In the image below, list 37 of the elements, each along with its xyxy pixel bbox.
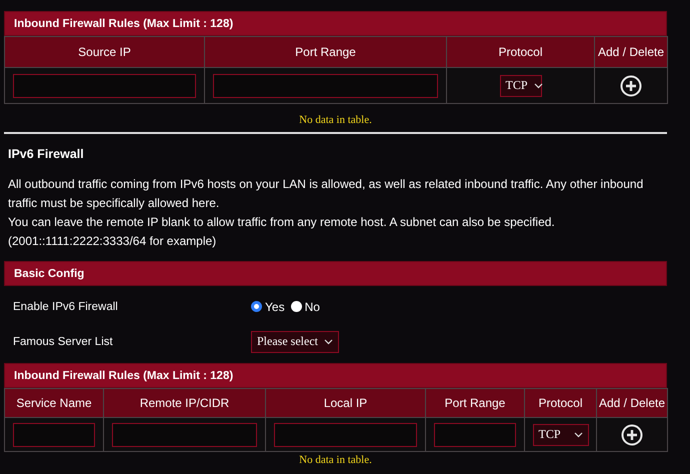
add-icon[interactable] (621, 424, 643, 446)
description-text: All outbound traffic coming from IPv6 hosts on your LAN is allowed, as well as related inbound traffic. Any other inbound traffic must be specifically allowed here. (8, 176, 644, 212)
add-icon[interactable] (620, 74, 642, 96)
table-title: Inbound Firewall Rules (Max Limit : 128) (4, 11, 667, 36)
field-label: Famous Server List (13, 336, 114, 348)
input-field[interactable] (112, 422, 257, 446)
section-title: IPv6 Firewall (8, 147, 85, 161)
column-header: Protocol (446, 36, 594, 68)
section-header: Basic Config (4, 261, 667, 286)
caret-icon (324, 338, 333, 344)
radio-option[interactable]: Yes (251, 300, 285, 314)
input-field[interactable] (434, 422, 516, 446)
radio-option[interactable]: No (290, 300, 320, 314)
server-dropdown[interactable]: Please select (251, 330, 339, 352)
description-text: (2001::1111:2222:3333/64 for example) (8, 233, 218, 250)
column-header: Add / Delete (596, 388, 668, 418)
column-header: Remote IP/CIDR (104, 388, 266, 418)
description-text: You can leave the remote IP blank to allow traffic from any remote host. A subnet can also be specified. (8, 214, 556, 231)
column-header: Protocol (524, 388, 596, 418)
column-header: Local IP (266, 388, 426, 418)
caret-icon (534, 82, 543, 88)
input-field[interactable] (13, 422, 95, 446)
column-header: Port Range (426, 388, 524, 418)
protocol-dropdown[interactable]: TCP (500, 74, 542, 96)
empty-table-message: No data in table. (298, 113, 373, 128)
input-field[interactable] (213, 74, 438, 98)
column-header: Add / Delete (594, 36, 668, 68)
column-header: Source IP (4, 36, 204, 68)
caret-icon (574, 432, 582, 438)
field-label: Enable IPv6 Firewall (13, 300, 119, 312)
column-header: Service Name (4, 388, 104, 418)
column-header: Port Range (204, 36, 446, 68)
protocol-dropdown[interactable]: TCP (532, 424, 588, 446)
table-title: Inbound Firewall Rules (Max Limit : 128) (4, 363, 667, 388)
input-field[interactable] (274, 422, 417, 446)
empty-table-message: No data in table. (298, 453, 373, 466)
input-field[interactable] (13, 74, 196, 98)
